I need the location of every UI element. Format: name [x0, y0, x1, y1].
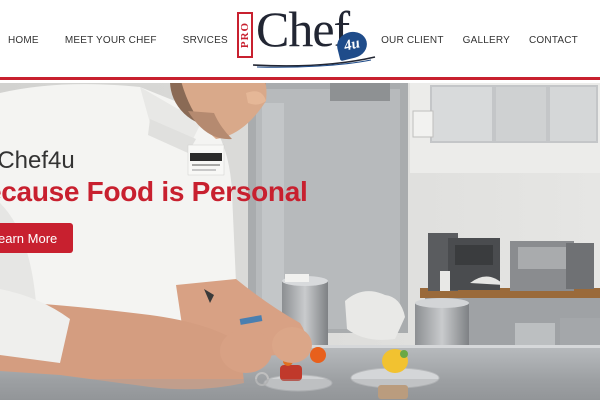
hero-text-block: oChef4u ecause Food is Personal earn Mor…	[0, 83, 600, 400]
nav-our-client-link[interactable]: OUR CLIENT	[381, 35, 444, 46]
logo-swoosh-icon	[252, 56, 376, 68]
logo-pro-text: PRO	[239, 21, 252, 49]
hero-subtitle: oChef4u	[0, 147, 75, 174]
nav-home-link[interactable]: HOME	[8, 35, 39, 46]
nav-meet-your-chef-link[interactable]: MEET YOUR CHEF	[65, 35, 157, 46]
logo-chef-text: Chef	[256, 1, 350, 57]
nav-gallery-link[interactable]: GALLERY	[463, 35, 510, 46]
hero-title: ecause Food is Personal	[0, 176, 308, 207]
site-header: HOME MEET YOUR CHEF SRVICES PRO Chef 4u …	[0, 0, 600, 80]
main-nav-right: OUR CLIENT GALLERY CONTACT	[362, 35, 578, 46]
site-logo[interactable]: PRO Chef 4u	[237, 1, 379, 70]
learn-more-button[interactable]: earn More	[0, 223, 73, 253]
nav-contact-link[interactable]: CONTACT	[529, 35, 578, 46]
logo-pro-box: PRO	[237, 12, 253, 58]
hero-section: oChef4u ecause Food is Personal earn Mor…	[0, 83, 600, 400]
main-nav-left: HOME MEET YOUR CHEF SRVICES	[8, 35, 254, 46]
nav-services-link[interactable]: SRVICES	[183, 35, 228, 46]
